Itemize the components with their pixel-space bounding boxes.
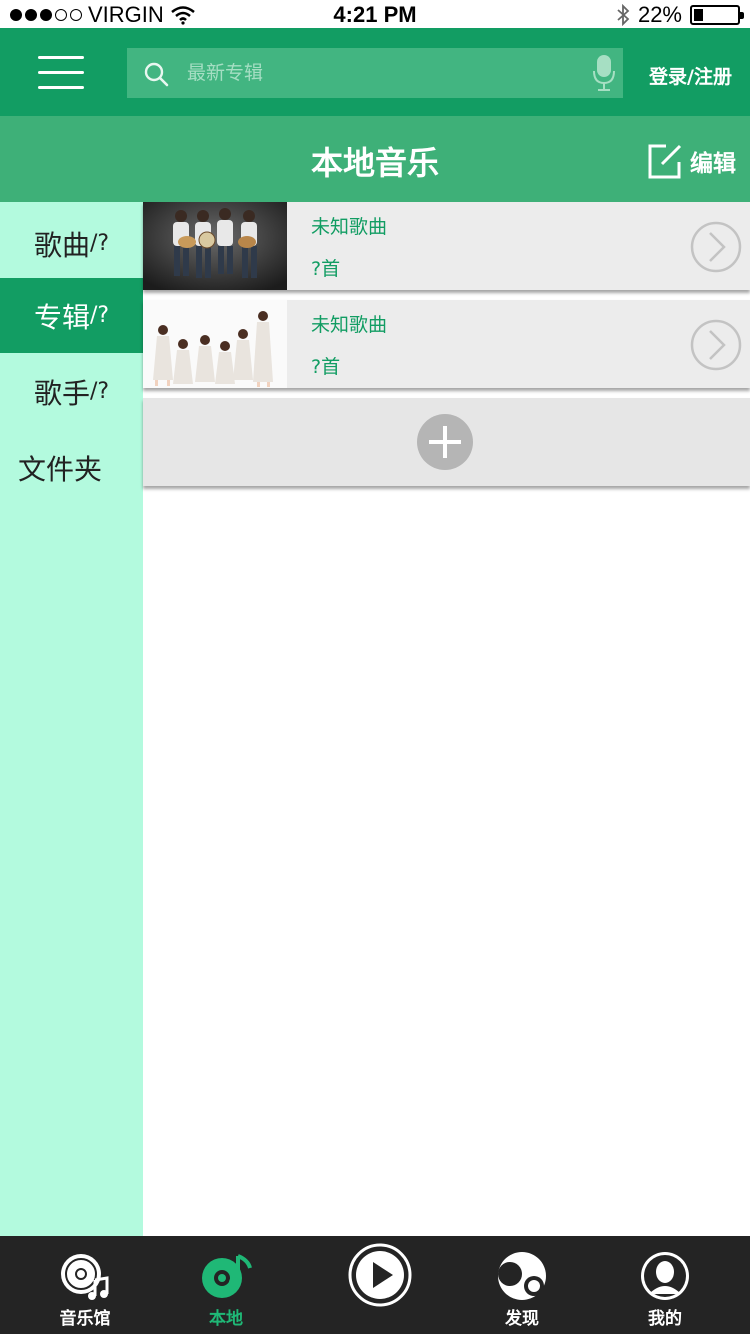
album-list: 未知歌曲 ?首 未知歌曲 ?首 <box>143 202 750 1236</box>
page-title: 本地音乐 <box>310 144 439 182</box>
tab-mine[interactable]: 我的 <box>605 1236 725 1334</box>
status-bar: VIRGIN 4:21 PM 22% <box>0 0 750 28</box>
app-header: 登录/注册 <box>0 28 750 116</box>
battery-icon <box>690 5 744 25</box>
microphone-icon[interactable] <box>593 54 615 92</box>
chevron-right-icon[interactable] <box>690 319 742 371</box>
play-icon <box>348 1243 412 1307</box>
album-track-count: ?首 <box>311 258 341 280</box>
local-music-icon <box>202 1254 252 1298</box>
tab-discover[interactable]: 发现 <box>462 1236 582 1334</box>
tab-play[interactable] <box>320 1236 440 1334</box>
sidebar-item-label: 专辑 <box>33 300 90 334</box>
search-input[interactable] <box>187 48 567 98</box>
add-icon[interactable] <box>417 414 473 470</box>
sidebar-item-label: 文件夹 <box>18 452 103 486</box>
album-title: 未知歌曲 <box>311 314 388 336</box>
sidebar-item-albums[interactable]: 专辑/? <box>0 278 143 353</box>
edit-label: 编辑 <box>690 151 736 177</box>
album-cover-image <box>143 300 287 388</box>
tab-label: 音乐馆 <box>59 1309 111 1329</box>
add-album-row[interactable] <box>143 398 750 486</box>
edit-button[interactable]: 编辑 <box>646 142 736 180</box>
sidebar-item-artists[interactable]: 歌手/? <box>0 354 143 429</box>
album-row[interactable]: 未知歌曲 ?首 <box>143 300 750 388</box>
tab-local[interactable]: 本地 <box>166 1236 286 1334</box>
title-bar: 本地音乐 编辑 <box>0 116 750 202</box>
battery-fill <box>694 9 704 21</box>
music-hall-icon <box>61 1254 109 1300</box>
sidebar-item-songs[interactable]: 歌曲/? <box>0 206 143 281</box>
status-right: 22% <box>616 2 744 28</box>
sidebar-item-count: /? <box>89 231 110 256</box>
search-bar[interactable] <box>127 48 623 98</box>
battery-percent: 22% <box>637 2 682 27</box>
discover-icon <box>498 1252 546 1300</box>
hamburger-menu-icon[interactable] <box>38 56 84 90</box>
album-track-count: ?首 <box>311 356 341 378</box>
category-sidebar: 歌曲/? 专辑/? 歌手/? 文件夹 <box>0 202 143 1236</box>
sidebar-item-label: 歌手 <box>33 376 90 410</box>
sidebar-item-count: /? <box>89 379 110 404</box>
sidebar-item-count: /? <box>89 303 110 328</box>
bluetooth-icon <box>617 4 630 26</box>
edit-icon <box>648 144 682 179</box>
bottom-tab-bar: 音乐馆 本地 发现 我的 <box>0 1236 750 1334</box>
profile-icon <box>641 1252 689 1300</box>
sidebar-item-label: 歌曲 <box>33 228 90 262</box>
album-cover-image <box>143 202 287 290</box>
tab-label: 本地 <box>209 1309 243 1329</box>
tab-label: 我的 <box>648 1309 682 1329</box>
tab-music-hall[interactable]: 音乐馆 <box>25 1236 145 1334</box>
search-icon <box>144 62 169 87</box>
tab-label: 发现 <box>505 1309 539 1329</box>
album-title: 未知歌曲 <box>311 216 388 238</box>
album-row[interactable]: 未知歌曲 ?首 <box>143 202 750 290</box>
chevron-right-icon[interactable] <box>690 221 742 273</box>
sidebar-item-folders[interactable]: 文件夹 <box>0 430 143 505</box>
login-register-link[interactable]: 登录/注册 <box>649 62 732 89</box>
